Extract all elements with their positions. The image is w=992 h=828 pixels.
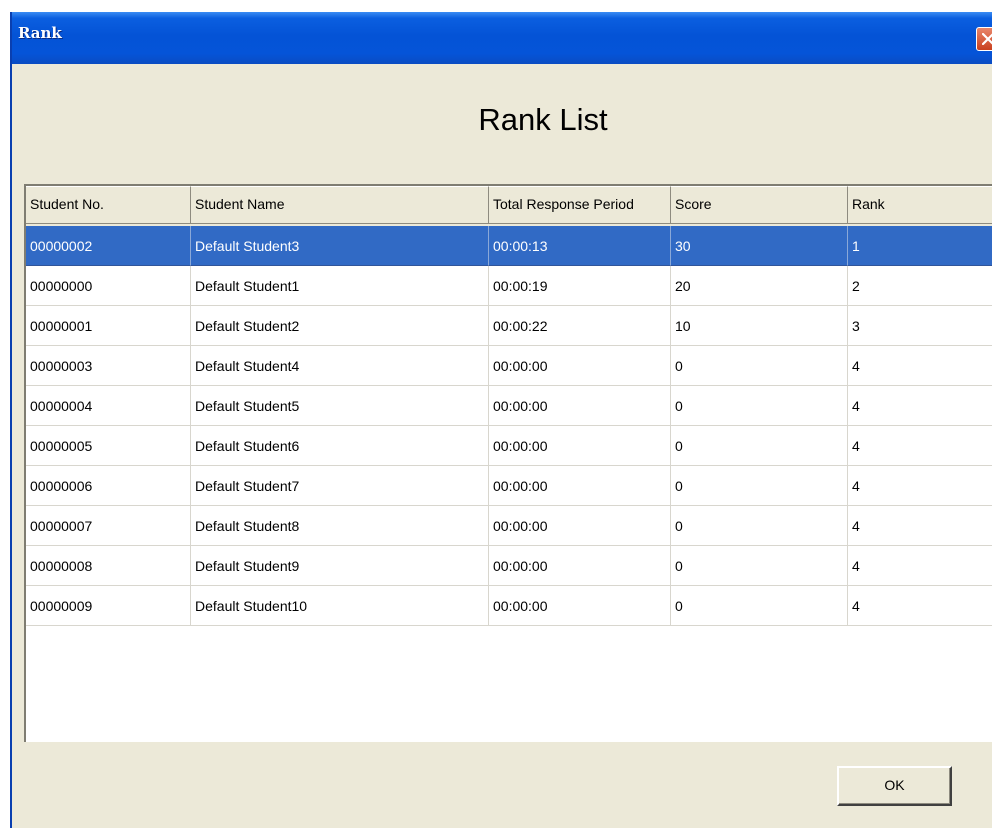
table-row[interactable]: 00000000 Default Student1 00:00:19 20 2	[26, 266, 992, 306]
cell-response-period: 00:00:00	[489, 426, 671, 466]
column-header-rank[interactable]: Rank	[848, 186, 992, 224]
cell-student-name: Default Student10	[191, 586, 489, 626]
rank-table[interactable]: Student No. Student Name Total Response …	[24, 184, 992, 742]
cell-student-name: Default Student3	[191, 226, 489, 266]
cell-response-period: 00:00:00	[489, 386, 671, 426]
cell-score: 0	[671, 466, 848, 506]
column-header-student-name[interactable]: Student Name	[191, 186, 489, 224]
cell-student-name: Default Student8	[191, 506, 489, 546]
cell-rank: 4	[848, 346, 992, 386]
cell-score: 30	[671, 226, 848, 266]
cell-rank: 4	[848, 586, 992, 626]
cell-rank: 2	[848, 266, 992, 306]
table-row[interactable]: 00000002 Default Student3 00:00:13 30 1	[26, 226, 992, 266]
cell-score: 0	[671, 586, 848, 626]
cell-student-no: 00000004	[26, 386, 191, 426]
close-button[interactable]	[976, 27, 992, 51]
ok-button[interactable]: OK	[837, 766, 952, 806]
cell-student-no: 00000000	[26, 266, 191, 306]
rank-dialog: Rank Rank List Student No. Student Name …	[10, 12, 992, 828]
cell-response-period: 00:00:00	[489, 466, 671, 506]
column-header-student-no[interactable]: Student No.	[26, 186, 191, 224]
window-title: Rank	[18, 24, 62, 42]
cell-score: 0	[671, 426, 848, 466]
table-header: Student No. Student Name Total Response …	[26, 186, 992, 226]
cell-response-period: 00:00:00	[489, 546, 671, 586]
column-header-score[interactable]: Score	[671, 186, 848, 224]
cell-score: 0	[671, 546, 848, 586]
cell-rank: 1	[848, 226, 992, 266]
cell-response-period: 00:00:00	[489, 346, 671, 386]
cell-student-no: 00000003	[26, 346, 191, 386]
cell-student-no: 00000005	[26, 426, 191, 466]
cell-rank: 4	[848, 386, 992, 426]
cell-student-name: Default Student7	[191, 466, 489, 506]
cell-score: 0	[671, 346, 848, 386]
cell-score: 0	[671, 386, 848, 426]
cell-student-name: Default Student6	[191, 426, 489, 466]
cell-student-no: 00000008	[26, 546, 191, 586]
page-title: Rank List	[478, 102, 608, 137]
table-row[interactable]: 00000006 Default Student7 00:00:00 0 4	[26, 466, 992, 506]
cell-student-name: Default Student4	[191, 346, 489, 386]
table-row[interactable]: 00000008 Default Student9 00:00:00 0 4	[26, 546, 992, 586]
cell-response-period: 00:00:19	[489, 266, 671, 306]
cell-response-period: 00:00:00	[489, 506, 671, 546]
cell-student-no: 00000001	[26, 306, 191, 346]
title-bar[interactable]: Rank	[12, 12, 992, 64]
table-row[interactable]: 00000007 Default Student8 00:00:00 0 4	[26, 506, 992, 546]
cell-student-no: 00000002	[26, 226, 191, 266]
cell-student-name: Default Student9	[191, 546, 489, 586]
cell-response-period: 00:00:00	[489, 586, 671, 626]
cell-student-no: 00000006	[26, 466, 191, 506]
table-row[interactable]: 00000003 Default Student4 00:00:00 0 4	[26, 346, 992, 386]
cell-student-name: Default Student1	[191, 266, 489, 306]
cell-rank: 4	[848, 506, 992, 546]
cell-response-period: 00:00:13	[489, 226, 671, 266]
cell-score: 20	[671, 266, 848, 306]
cell-score: 0	[671, 506, 848, 546]
column-header-response-period[interactable]: Total Response Period	[489, 186, 671, 224]
cell-rank: 3	[848, 306, 992, 346]
cell-student-no: 00000009	[26, 586, 191, 626]
cell-score: 10	[671, 306, 848, 346]
table-row[interactable]: 00000001 Default Student2 00:00:22 10 3	[26, 306, 992, 346]
cell-response-period: 00:00:22	[489, 306, 671, 346]
table-row[interactable]: 00000009 Default Student10 00:00:00 0 4	[26, 586, 992, 626]
cell-rank: 4	[848, 546, 992, 586]
cell-rank: 4	[848, 466, 992, 506]
table-row[interactable]: 00000005 Default Student6 00:00:00 0 4	[26, 426, 992, 466]
table-row[interactable]: 00000004 Default Student5 00:00:00 0 4	[26, 386, 992, 426]
cell-student-no: 00000007	[26, 506, 191, 546]
cell-student-name: Default Student2	[191, 306, 489, 346]
cell-rank: 4	[848, 426, 992, 466]
cell-student-name: Default Student5	[191, 386, 489, 426]
